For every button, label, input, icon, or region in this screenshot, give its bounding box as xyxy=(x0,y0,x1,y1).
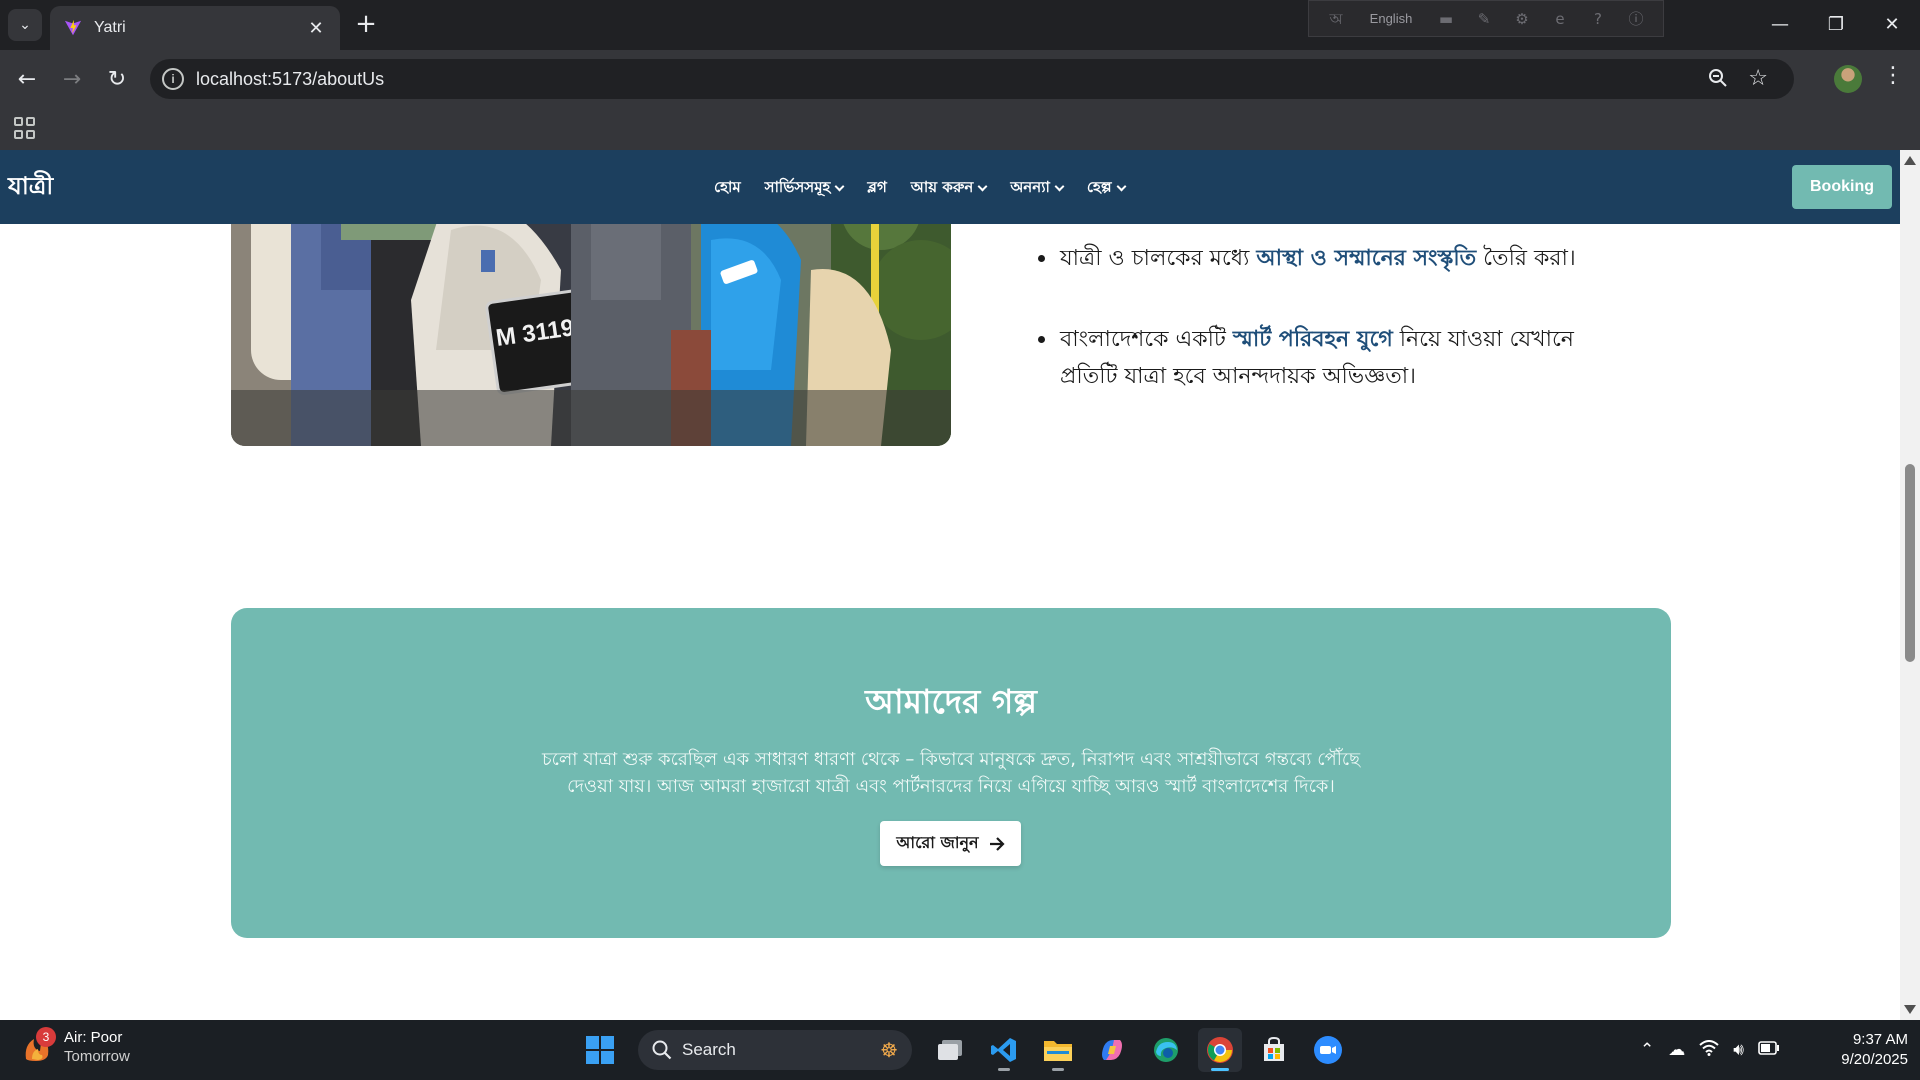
edge-icon[interactable]: e xyxy=(1547,9,1573,29)
taskbar-search[interactable]: Search ☸ xyxy=(638,1030,912,1070)
learn-more-button[interactable]: আরো জানুন xyxy=(880,821,1021,866)
list-item: বাংলাদেশকে একটি স্মার্ট পরিবহন যুগে নিয়… xyxy=(1038,321,1638,395)
weather-subtext: Tomorrow xyxy=(64,1048,130,1065)
weather-status: Air: Poor xyxy=(64,1029,123,1046)
page-viewport: যাত্রী হোম সার্ভিসসমূহ ব্লগ আয় করুন অনন… xyxy=(0,150,1900,1020)
mission-bullet-list: যাত্রী ও চালকের মধ্যে আস্থা ও সম্মানের স… xyxy=(1038,240,1638,439)
chrome-icon[interactable] xyxy=(1198,1028,1242,1072)
story-description: চলো যাত্রা শুরু করেছিল এক সাধারণ ধারণা থ… xyxy=(541,749,1361,797)
zoom-app-icon[interactable] xyxy=(1306,1028,1350,1072)
system-tray: ⌃ ☁ 🔊︎ xyxy=(1640,1020,1780,1080)
close-icon[interactable]: ✕ xyxy=(306,18,326,39)
restore-icon[interactable]: ❐ xyxy=(1808,0,1864,48)
nav-item-home[interactable]: হোম xyxy=(714,176,741,201)
avro-icon[interactable]: অ xyxy=(1323,9,1349,29)
file-explorer-icon[interactable] xyxy=(1036,1028,1080,1072)
close-window-icon[interactable]: ✕ xyxy=(1864,0,1920,48)
scroll-thumb[interactable] xyxy=(1905,464,1915,662)
scroll-up-icon[interactable] xyxy=(1904,156,1916,165)
nav-item-ananya[interactable]: অনন্যা xyxy=(1010,176,1065,201)
zoom-icon[interactable] xyxy=(1708,68,1728,93)
our-story-card: আমাদের গল্প চলো যাত্রা শুরু করেছিল এক সা… xyxy=(231,608,1671,938)
edge-browser-icon[interactable] xyxy=(1144,1028,1188,1072)
search-highlight-icon: ☸ xyxy=(880,1038,898,1062)
clock-date: 9/20/2025 xyxy=(1841,1051,1908,1068)
battery-icon[interactable] xyxy=(1758,1040,1780,1060)
back-arrow-icon[interactable]: ← xyxy=(12,64,42,94)
scroll-down-icon[interactable] xyxy=(1904,1005,1916,1014)
clock-time: 9:37 AM xyxy=(1852,1031,1908,1048)
info-icon[interactable]: ⓘ xyxy=(1623,9,1649,29)
nav-item-services[interactable]: সার্ভিসসমূহ xyxy=(765,176,845,201)
notification-badge: 3 xyxy=(36,1027,56,1047)
apps-grid-icon[interactable] xyxy=(14,117,36,139)
browser-tab[interactable]: Yatri ✕ xyxy=(50,6,340,50)
microsoft-store-icon[interactable] xyxy=(1252,1028,1296,1072)
chevron-up-icon[interactable]: ⌃ xyxy=(1640,1040,1654,1060)
url-text[interactable]: localhost:5173/aboutUs xyxy=(196,69,384,90)
chevron-down-icon xyxy=(834,181,845,192)
booking-button[interactable]: Booking xyxy=(1792,165,1892,209)
arrow-right-icon xyxy=(989,836,1005,851)
search-icon xyxy=(652,1040,672,1060)
site-navbar: যাত্রী হোম সার্ভিসসমূহ ব্লগ আয় করুন অনন… xyxy=(0,150,1900,224)
browser-toolbar: ← → ↻ i localhost:5173/aboutUs ☆ ⋮ xyxy=(0,50,1920,108)
gear-icon[interactable]: ⚙ xyxy=(1509,9,1535,29)
cloud-offline-icon[interactable]: ☁ xyxy=(1668,1040,1685,1060)
more-menu-icon[interactable]: ⋮ xyxy=(1880,63,1906,88)
air-quality-icon: 3 xyxy=(22,1027,56,1065)
forward-arrow-icon[interactable]: → xyxy=(57,64,87,94)
keyboard-icon[interactable]: ▬ xyxy=(1433,9,1459,29)
minimize-icon[interactable]: — xyxy=(1752,0,1808,48)
taskbar-clock[interactable]: 9:37 AM 9/20/2025 xyxy=(1818,1030,1908,1070)
extension-toolbar: অ English ▬ ✎ ⚙ e ? ⓘ xyxy=(1308,0,1664,37)
nav-item-help[interactable]: হেল্প xyxy=(1087,176,1127,201)
page-scrollbar[interactable] xyxy=(1900,150,1920,1020)
pen-icon[interactable]: ✎ xyxy=(1471,9,1497,29)
bookmark-star-icon[interactable]: ☆ xyxy=(1748,66,1768,91)
vite-favicon-icon xyxy=(64,19,82,36)
taskbar-apps: Search ☸ xyxy=(578,1026,1350,1074)
reload-icon[interactable]: ↻ xyxy=(102,64,132,94)
volume-icon[interactable]: 🔊︎ xyxy=(1733,1040,1744,1060)
chevron-down-icon xyxy=(1116,181,1127,192)
site-logo[interactable]: যাত্রী xyxy=(8,168,53,208)
story-title: আমাদের গল্প xyxy=(865,682,1037,721)
chevron-down-icon xyxy=(1054,181,1065,192)
nav-links: হোম সার্ভিসসমূহ ব্লগ আয় করুন অনন্যা হেল… xyxy=(714,176,1127,201)
vscode-icon[interactable] xyxy=(982,1028,1026,1072)
browser-tab-bar: ⌄ Yatri ✕ + অ English ▬ ✎ ⚙ e ? ⓘ — ❐ ✕ xyxy=(0,0,1920,50)
chevron-down-icon xyxy=(977,181,988,192)
nav-item-earn[interactable]: আয় করুন xyxy=(911,176,988,201)
wifi-icon[interactable] xyxy=(1699,1039,1719,1061)
tab-search-button[interactable]: ⌄ xyxy=(8,9,42,41)
site-info-icon[interactable]: i xyxy=(162,68,184,90)
windows-start-icon[interactable] xyxy=(578,1028,622,1072)
chevron-down-icon: ⌄ xyxy=(19,17,31,33)
weather-widget[interactable]: 3 Air: Poor Tomorrow xyxy=(22,1027,130,1066)
windows-taskbar: 3 Air: Poor Tomorrow Search ☸ ⌃ ☁ 🔊︎ 9:3… xyxy=(0,1020,1920,1080)
task-view-icon[interactable] xyxy=(928,1028,972,1072)
bookmark-bar xyxy=(0,108,1920,150)
address-bar[interactable]: i localhost:5173/aboutUs ☆ xyxy=(150,59,1794,99)
help-icon[interactable]: ? xyxy=(1585,9,1611,29)
language-selector[interactable]: English xyxy=(1361,11,1421,26)
new-tab-button[interactable]: + xyxy=(354,10,378,38)
window-controls: — ❐ ✕ xyxy=(1752,0,1920,48)
tab-title: Yatri xyxy=(94,19,126,36)
copilot-icon[interactable] xyxy=(1090,1028,1134,1072)
nav-item-blog[interactable]: ব্লগ xyxy=(867,176,886,201)
profile-avatar[interactable] xyxy=(1834,65,1862,93)
list-item: যাত্রী ও চালকের মধ্যে আস্থা ও সম্মানের স… xyxy=(1038,240,1638,277)
